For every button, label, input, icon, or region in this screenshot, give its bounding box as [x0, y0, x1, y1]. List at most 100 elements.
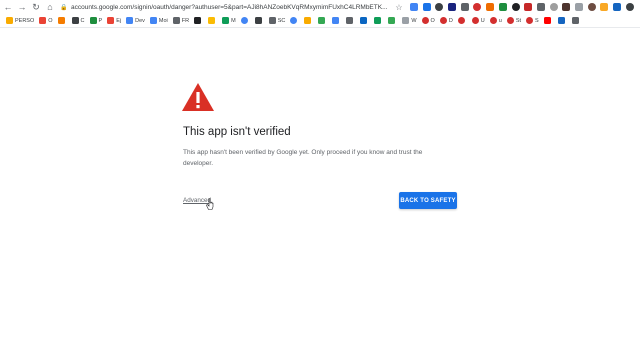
extension-icon[interactable]: [498, 3, 507, 11]
extensions-bar: [410, 3, 638, 11]
extension-icon[interactable]: [549, 3, 558, 11]
page-title: This app isn't verified: [183, 126, 291, 138]
bookmark-item[interactable]: M: [222, 17, 236, 24]
extension-icon[interactable]: [511, 3, 520, 11]
bookmark-item[interactable]: [240, 17, 250, 24]
bookmark-item[interactable]: O: [39, 17, 53, 24]
extension-icon[interactable]: [613, 3, 621, 11]
bookmark-label: Moi: [158, 17, 168, 24]
bookmark-label: S: [535, 17, 539, 24]
bookmark-item[interactable]: W: [402, 17, 417, 24]
bookmarks-bar: PERSO O C P Ej Dev Moi FR M SC W O D Uu St S: [0, 14, 640, 28]
bookmark-item[interactable]: PERSO: [6, 17, 34, 24]
bookmark-star-icon[interactable]: ☆: [394, 3, 404, 12]
bookmark-label: O: [430, 17, 435, 24]
gmail-icon: [39, 17, 47, 24]
stripe-icon: [439, 17, 447, 24]
extension-icon[interactable]: [435, 3, 444, 11]
linkedin-icon: [360, 17, 368, 24]
bookmark-item[interactable]: [194, 17, 203, 24]
stripe-icon: [506, 17, 514, 24]
globe-icon: [571, 17, 579, 24]
bookmark-item[interactable]: [360, 17, 369, 24]
sheet-icon: [222, 17, 230, 24]
extension-icon[interactable]: [562, 3, 571, 11]
bookmark-item[interactable]: St: [506, 17, 521, 24]
extension-icon[interactable]: [574, 3, 583, 11]
extension-icon[interactable]: [587, 3, 596, 11]
bookmark-label: FR: [181, 17, 190, 24]
extension-icon[interactable]: [536, 3, 545, 11]
orange-app-icon: [57, 17, 65, 24]
extension-icon[interactable]: [524, 3, 533, 11]
bookmark-item[interactable]: [388, 17, 397, 24]
bookmark-item[interactable]: [457, 17, 467, 24]
lock-icon: 🔒: [60, 4, 68, 11]
bookmark-item[interactable]: u: [489, 17, 502, 24]
browser-toolbar: ← → ↻ ⌂ 🔒 accounts.google.com/signin/oau…: [0, 0, 640, 14]
extension-icon[interactable]: [473, 3, 482, 11]
bookmark-item[interactable]: [208, 17, 217, 24]
bookmark-label: D: [448, 17, 453, 24]
gmail-icon: [107, 17, 115, 24]
bookmark-label: C: [80, 17, 85, 24]
google-icon: [240, 17, 248, 24]
bookmark-label: Ej: [116, 17, 122, 24]
address-bar[interactable]: 🔒 accounts.google.com/signin/oauth/dange…: [60, 1, 392, 13]
stripe-icon: [471, 17, 479, 24]
amazon-icon: [194, 17, 202, 24]
bookmark-item[interactable]: [571, 17, 581, 24]
plus-green-icon: [89, 17, 97, 24]
extension-icon[interactable]: [422, 3, 431, 11]
url-text[interactable]: accounts.google.com/signin/oauth/danger?…: [71, 4, 392, 11]
stripe-icon: [526, 17, 534, 24]
bookmark-item[interactable]: [346, 17, 355, 24]
warning-icon: [182, 83, 214, 111]
bookmark-label: W: [411, 17, 417, 24]
back-arrow-icon[interactable]: ←: [2, 1, 14, 13]
extension-icon[interactable]: [600, 3, 609, 11]
bookmark-item[interactable]: [332, 17, 341, 24]
bookmark-item[interactable]: O: [421, 17, 435, 24]
bookmark-item[interactable]: Dev: [126, 17, 145, 24]
bookmark-label: SC: [277, 17, 286, 24]
hand-cursor-icon: [206, 198, 214, 210]
bookmark-item[interactable]: Ej: [107, 17, 121, 24]
bookmark-label: U: [480, 17, 485, 24]
google-icon: [290, 17, 298, 24]
bookmark-item[interactable]: P: [89, 17, 102, 24]
back-to-safety-button[interactable]: BACK TO SAFETY: [399, 192, 457, 209]
bookmark-item[interactable]: Moi: [149, 17, 168, 24]
forward-arrow-icon[interactable]: →: [16, 1, 28, 13]
slash-c-icon: [71, 17, 79, 24]
home-icon[interactable]: ⌂: [44, 1, 56, 13]
docs-icon: [126, 17, 134, 24]
bookmark-label: u: [498, 17, 502, 24]
bookmark-item[interactable]: SC: [268, 17, 286, 24]
c-yellow-icon: [208, 17, 216, 24]
bookmark-item[interactable]: FR: [172, 17, 190, 24]
bookmark-item[interactable]: [557, 17, 567, 24]
bookmark-item[interactable]: U: [471, 17, 485, 24]
extension-icon[interactable]: [460, 3, 469, 11]
analytics-icon: [304, 17, 312, 24]
bookmark-item[interactable]: [374, 17, 383, 24]
bookmark-label: PERSO: [15, 17, 35, 24]
extension-icon[interactable]: [410, 3, 418, 11]
bookmark-item[interactable]: C: [71, 17, 85, 24]
bookmark-item[interactable]: [57, 17, 67, 24]
ads-icon: [332, 17, 340, 24]
bookmark-item[interactable]: [304, 17, 313, 24]
warning-description: This app hasn't been verified by Google …: [183, 149, 423, 167]
bookmark-item[interactable]: S: [526, 17, 539, 24]
extension-icon[interactable]: [448, 3, 457, 11]
bookmark-item[interactable]: [318, 17, 327, 24]
bookmark-item[interactable]: [254, 17, 264, 24]
reload-icon[interactable]: ↻: [30, 1, 42, 13]
bookmark-item[interactable]: [290, 17, 299, 24]
bookmark-item[interactable]: D: [439, 17, 453, 24]
stripe-icon: [457, 17, 465, 24]
extension-icon[interactable]: [625, 3, 634, 11]
extension-icon[interactable]: [486, 3, 495, 11]
bookmark-item[interactable]: [543, 17, 553, 24]
